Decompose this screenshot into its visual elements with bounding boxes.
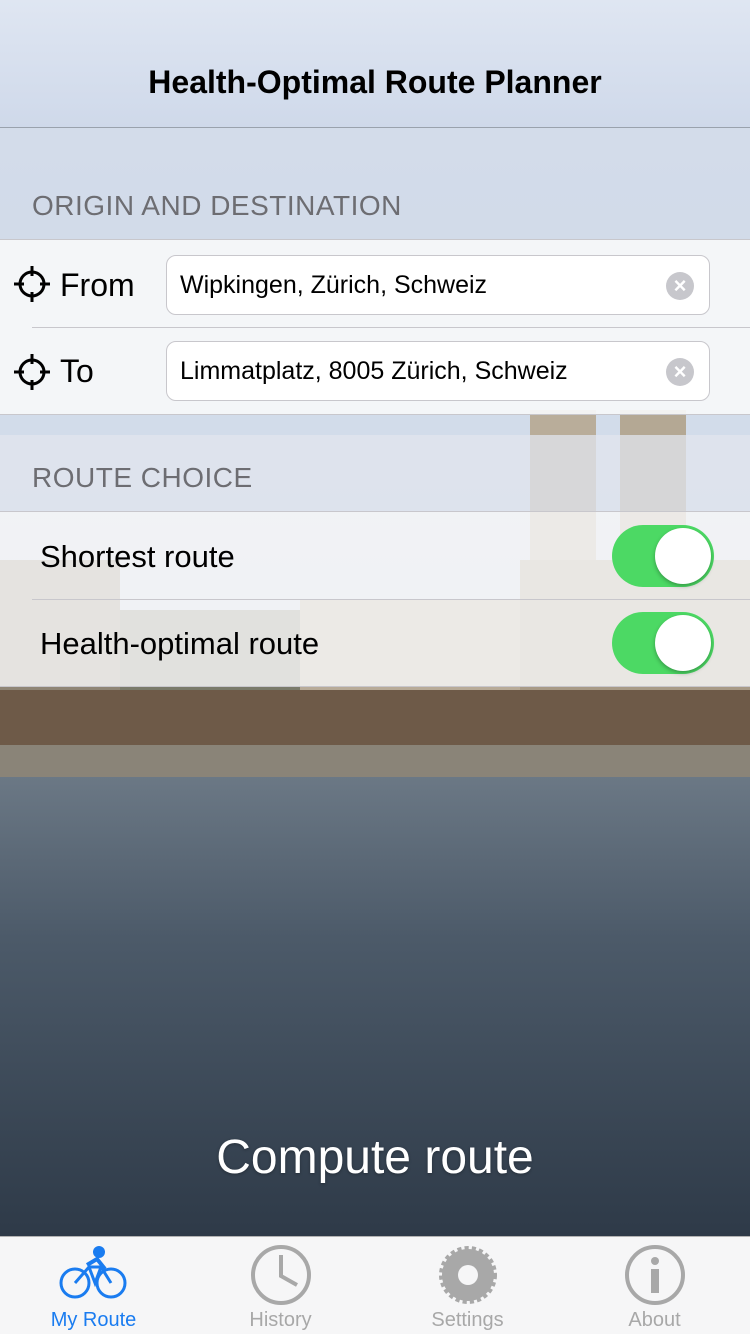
toggle-knob [655, 615, 711, 671]
to-field[interactable]: × [166, 341, 710, 401]
tab-my-route[interactable]: My Route [0, 1237, 187, 1335]
route-choice-group: Shortest route Health-optimal route [0, 511, 750, 687]
crosshair-icon[interactable] [14, 266, 50, 302]
section-header-origin-label: ORIGIN AND DESTINATION [32, 190, 402, 221]
from-field[interactable]: × [166, 255, 710, 315]
from-input[interactable] [180, 256, 650, 314]
health-optimal-route-label: Health-optimal route [40, 626, 320, 661]
bicycle-icon [59, 1246, 126, 1299]
gear-icon [438, 1246, 497, 1304]
to-label: To [60, 353, 94, 389]
tab-my-route-label: My Route [50, 1309, 137, 1331]
clear-to-button[interactable]: × [666, 358, 694, 386]
section-header-route-choice-label: ROUTE CHOICE [32, 462, 253, 493]
clock-icon [250, 1245, 311, 1305]
origin-destination-group: From × To × [0, 239, 750, 415]
tab-about[interactable]: About [561, 1237, 748, 1335]
toggle-knob [655, 528, 711, 584]
crosshair-icon[interactable] [14, 354, 50, 390]
health-optimal-route-row: Health-optimal route [0, 600, 750, 687]
to-input[interactable] [180, 342, 650, 400]
tab-history-label: History [249, 1309, 312, 1331]
tab-about-label: About [628, 1309, 681, 1331]
tab-settings[interactable]: Settings [374, 1237, 561, 1335]
info-icon [624, 1245, 685, 1305]
shortest-route-toggle[interactable] [612, 525, 714, 587]
to-row: To × [0, 328, 750, 415]
clear-from-button[interactable]: × [666, 272, 694, 300]
health-optimal-route-toggle[interactable] [612, 612, 714, 674]
from-row: From × [0, 240, 750, 327]
tab-settings-label: Settings [431, 1309, 504, 1331]
navigation-bar: Health-Optimal Route Planner [0, 0, 750, 128]
tab-history[interactable]: History [187, 1237, 374, 1335]
section-header-origin: ORIGIN AND DESTINATION [0, 128, 750, 240]
page-title: Health-Optimal Route Planner [148, 64, 602, 100]
from-label: From [60, 267, 135, 303]
section-header-route-choice: ROUTE CHOICE [0, 435, 750, 512]
tab-bar: My Route History Settings About [0, 1236, 750, 1334]
shortest-route-label: Shortest route [40, 539, 235, 574]
compute-route-button[interactable]: Compute route [0, 1118, 750, 1198]
shortest-route-row: Shortest route [0, 512, 750, 599]
